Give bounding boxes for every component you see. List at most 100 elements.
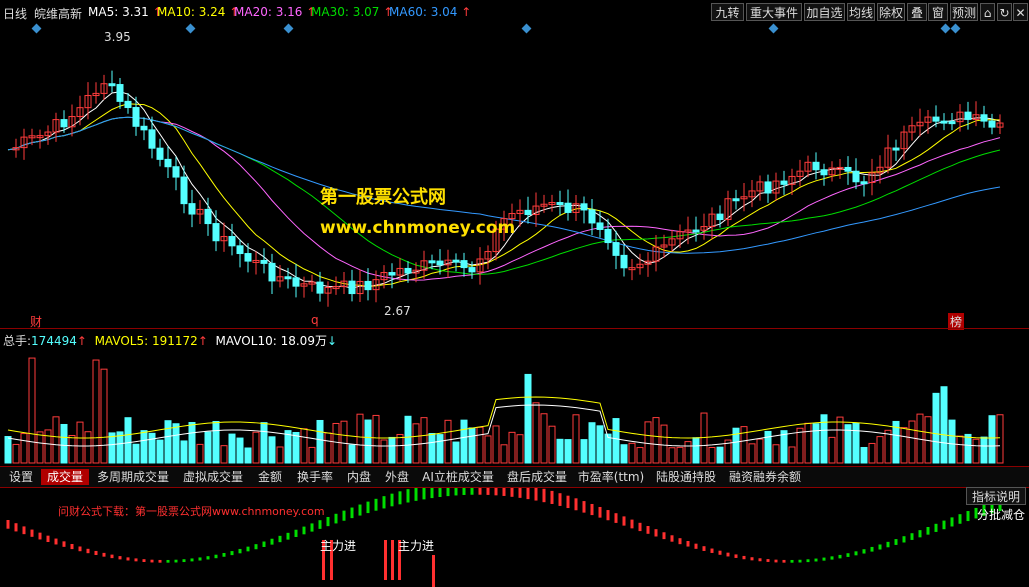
tab-volume[interactable]: 成交量: [41, 469, 89, 485]
indicator-bar: [102, 552, 106, 557]
volume-bar: [796, 427, 804, 464]
candle-body: [164, 158, 172, 168]
indicator-bar: [598, 506, 602, 518]
candle-body: [260, 259, 268, 264]
indicator-bar: [302, 526, 306, 535]
volume-bar: [204, 431, 212, 464]
volume-bar: [476, 426, 484, 464]
indicator-bar: [262, 541, 266, 547]
indicator-bar: [918, 530, 922, 538]
candle-body: [732, 198, 740, 202]
indicator-bar: [358, 504, 362, 516]
candle-body: [716, 213, 724, 221]
reduce-position-label: 分批减仓: [977, 508, 1026, 522]
candle-body: [436, 260, 444, 266]
indicator-bar: [854, 551, 858, 556]
indicator-bar: [158, 559, 162, 563]
indicator-bar: [798, 559, 802, 563]
volume-bar: [484, 435, 492, 464]
indicator-bar: [894, 539, 898, 545]
candle-body: [148, 129, 156, 149]
indicator-bar: [94, 550, 98, 556]
tab-turnover[interactable]: 换手率: [291, 469, 339, 485]
volume-bar: [68, 434, 76, 464]
volume-header: 总手:174494↑ MAVOL5: 191172↑ MAVOL10: 18.0…: [3, 334, 338, 348]
volume-bar: [652, 417, 660, 464]
volume-bar: [508, 431, 516, 464]
candle-body: [140, 125, 148, 131]
tab-northbound-holding[interactable]: 陆股通持股: [649, 469, 723, 485]
volume-bar: [580, 439, 588, 464]
indicator-bar: [382, 496, 386, 509]
candle-body: [580, 203, 588, 211]
indicator-bar: [966, 511, 970, 522]
indicator-bar: [606, 510, 610, 521]
volume-bar: [412, 423, 420, 464]
volume-bar: [124, 417, 132, 464]
volume-bar: [740, 426, 748, 464]
candle-body: [564, 202, 572, 213]
indicator-bar: [390, 493, 394, 507]
volume-bar: [84, 431, 92, 464]
indicator-bar: [870, 546, 874, 552]
volume-bar: [524, 373, 532, 464]
volume-bar: [596, 425, 604, 464]
indicator-bar: [622, 516, 626, 526]
indicator-bar: [942, 520, 946, 530]
indicator-bar: [78, 546, 82, 552]
volume-bar: [972, 438, 980, 464]
indicator-bar: [910, 533, 914, 540]
indicator-bar: [366, 501, 370, 514]
stock-chart[interactable]: [0, 0, 1029, 587]
candle-body: [452, 259, 460, 263]
tab-outer-disk[interactable]: 外盘: [379, 469, 415, 485]
indicator-bar: [326, 516, 330, 527]
tab-margin-balance[interactable]: 融资融券余额: [725, 469, 805, 485]
candle-body: [852, 170, 860, 183]
tab-settings[interactable]: 设置: [3, 469, 39, 485]
volume-bar: [572, 414, 580, 464]
volume-bar: [284, 430, 292, 464]
indicator-bar: [70, 543, 74, 550]
volume-bar: [852, 422, 860, 464]
volume-bar: [628, 442, 636, 464]
indicator-bar: [110, 554, 114, 559]
tab-ai-volume[interactable]: AI立桩成交量: [417, 469, 499, 485]
tab-after-hours-volume[interactable]: 盘后成交量: [501, 469, 573, 485]
tab-virtual-volume[interactable]: 虚拟成交量: [177, 469, 249, 485]
indicator-bar: [190, 558, 194, 562]
volume-bar: [876, 436, 884, 464]
volume-bar: [868, 442, 876, 464]
volume-bar: [636, 447, 644, 464]
q-tag[interactable]: q: [311, 313, 319, 327]
tab-multi-period-volume[interactable]: 多周期成交量: [91, 469, 175, 485]
indicator-bar: [678, 538, 682, 545]
tab-amount[interactable]: 金额: [251, 469, 289, 485]
indicator-explain-button[interactable]: 指标说明: [966, 487, 1026, 505]
indicator-bar: [926, 527, 930, 535]
candle-body: [364, 280, 372, 291]
indicator-bar: [230, 551, 234, 556]
volume-bar: [612, 418, 620, 464]
volume-bar: [772, 444, 780, 464]
candle-body: [764, 181, 772, 194]
candle-body: [404, 267, 412, 274]
volume-bar: [644, 421, 652, 464]
volume-bar: [588, 422, 596, 464]
indicator-bar: [150, 559, 154, 563]
candle-body: [108, 83, 116, 87]
candle-body: [284, 276, 292, 280]
tab-pe-ttm[interactable]: 市盈率(ttm): [575, 469, 647, 485]
indicator-bar: [318, 520, 322, 529]
candle-body: [428, 260, 436, 264]
tab-inner-disk[interactable]: 内盘: [341, 469, 377, 485]
main-force-spike: [391, 540, 394, 580]
indicator-bar: [6, 520, 10, 529]
indicator-bar: [342, 510, 346, 521]
volume-bar: [116, 431, 124, 464]
indicator-bar: [950, 517, 954, 527]
indicator-bar: [214, 554, 218, 559]
indicator-bar: [46, 535, 50, 543]
volume-bar: [404, 415, 412, 464]
candle-body: [612, 242, 620, 256]
